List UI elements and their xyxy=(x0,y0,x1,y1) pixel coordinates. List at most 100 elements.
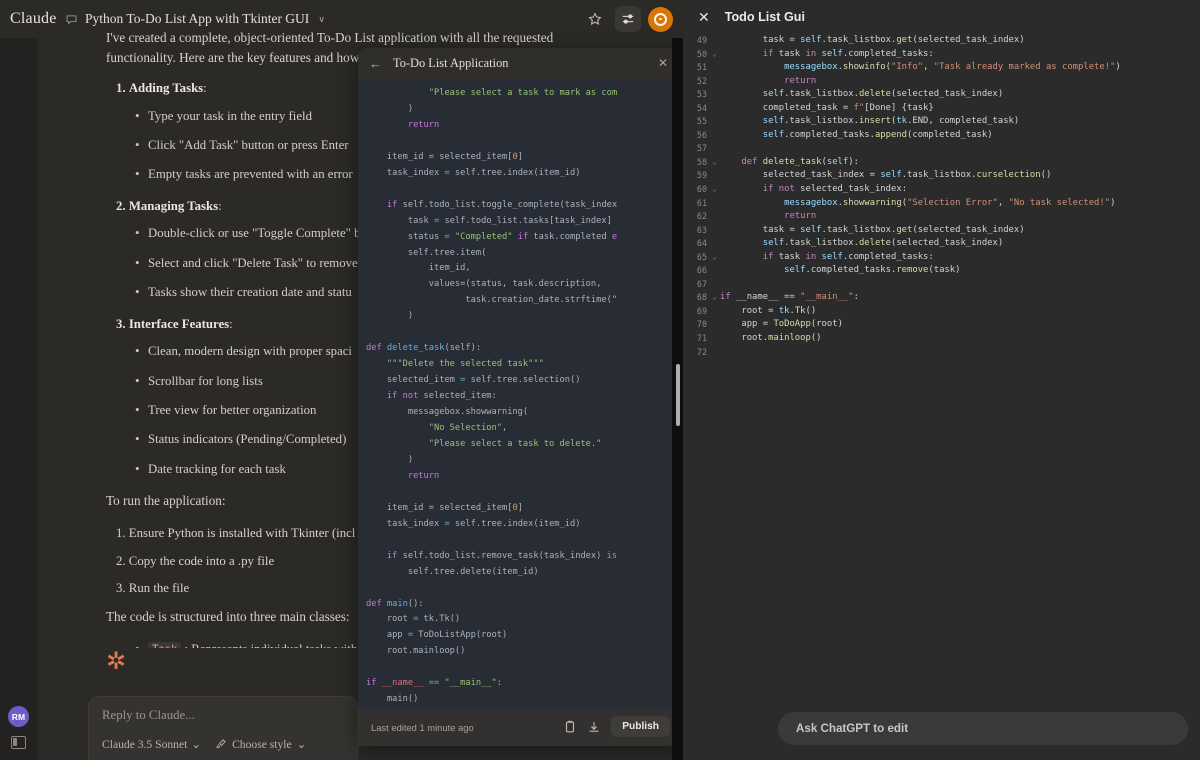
section-number: 2. xyxy=(116,199,126,213)
fold-chevron-icon[interactable]: ⌄ xyxy=(709,48,720,62)
section-number: 1. xyxy=(116,81,126,95)
line-number: 52 xyxy=(683,75,709,89)
line-number: 60 xyxy=(683,183,709,197)
artifact-code-view[interactable]: "Please select a task to mark as com ) r… xyxy=(358,79,680,709)
artifact-code: "Please select a task to mark as com ) r… xyxy=(358,79,680,708)
code-line[interactable]: 66 self.completed_tasks.remove(task) xyxy=(683,264,1200,278)
code-text: def delete_task(self): xyxy=(720,156,859,170)
chatgpt-window: ✕ Todo List Gui 49 task = self.task_list… xyxy=(683,0,1200,760)
artifact-title: To-Do List Application xyxy=(393,56,508,71)
code-text: self.completed_tasks.append(completed_ta… xyxy=(720,129,993,143)
settings-button[interactable] xyxy=(615,6,641,32)
account-avatar[interactable] xyxy=(648,7,673,32)
line-number: 66 xyxy=(683,264,709,278)
code-line[interactable]: 55 self.task_listbox.insert(tk.END, comp… xyxy=(683,115,1200,129)
sliders-icon xyxy=(621,12,635,26)
artifact-scrollbar-thumb[interactable] xyxy=(676,364,680,426)
code-text: selected_task_index = self.task_listbox.… xyxy=(720,169,1051,183)
claude-window: RM Claude Python To-Do List App with Tki… xyxy=(0,0,683,760)
code-line[interactable]: 72 xyxy=(683,346,1200,360)
artifact-header: ← To-Do List Application ✕ xyxy=(358,48,680,79)
line-number: 55 xyxy=(683,115,709,129)
code-text: task = self.task_listbox.get(selected_ta… xyxy=(720,34,1025,48)
line-number: 56 xyxy=(683,129,709,143)
chatgpt-code-editor[interactable]: 49 task = self.task_listbox.get(selected… xyxy=(683,34,1200,700)
code-line[interactable]: 62 return xyxy=(683,210,1200,224)
code-text: self.task_listbox.delete(selected_task_i… xyxy=(720,237,1003,251)
code-line[interactable]: 52 return xyxy=(683,75,1200,89)
fold-chevron-icon[interactable]: ⌄ xyxy=(709,251,720,265)
artifact-footer-actions: Publish xyxy=(563,716,670,737)
code-line[interactable]: 61 messagebox.showwarning("Selection Err… xyxy=(683,197,1200,211)
code-line[interactable]: 50⌄ if task in self.completed_tasks: xyxy=(683,48,1200,62)
code-line[interactable]: 63 task = self.task_listbox.get(selected… xyxy=(683,224,1200,238)
code-line[interactable]: 58⌄ def delete_task(self): xyxy=(683,156,1200,170)
code-text: root.mainloop() xyxy=(720,332,822,346)
chevron-down-icon: ∨ xyxy=(318,14,325,25)
code-line[interactable]: 51 messagebox.showinfo("Info", "Task alr… xyxy=(683,61,1200,75)
code-line[interactable]: 57 xyxy=(683,142,1200,156)
artifact-footer: Last edited 1 minute ago Publish xyxy=(358,709,680,746)
download-icon[interactable] xyxy=(587,720,601,734)
code-text: task = self.task_listbox.get(selected_ta… xyxy=(720,224,1025,238)
line-number: 50 xyxy=(683,48,709,62)
code-text: completed_task = f"[Done] {task} xyxy=(720,102,934,116)
line-number: 61 xyxy=(683,197,709,211)
code-line[interactable]: 68⌄if __name__ == "__main__": xyxy=(683,291,1200,305)
style-selector[interactable]: Choose style ⌄ xyxy=(215,737,306,751)
line-number: 49 xyxy=(683,34,709,48)
claude-wordmark: Claude xyxy=(10,10,57,28)
account-avatar-icon xyxy=(654,13,667,26)
toggle-sidebar-icon[interactable] xyxy=(11,736,26,749)
chevron-down-icon: ⌄ xyxy=(297,737,307,751)
code-line[interactable]: 56 self.completed_tasks.append(completed… xyxy=(683,129,1200,143)
line-number: 54 xyxy=(683,102,709,116)
model-label: Claude 3.5 Sonnet xyxy=(102,738,187,751)
code-text: root = tk.Tk() xyxy=(720,305,816,319)
code-text: if __name__ == "__main__": xyxy=(720,291,859,305)
inline-code: Task xyxy=(148,642,181,648)
user-avatar[interactable]: RM xyxy=(8,706,29,727)
code-line[interactable]: 53 self.task_listbox.delete(selected_tas… xyxy=(683,88,1200,102)
line-number: 59 xyxy=(683,169,709,183)
message-composer[interactable]: Reply to Claude... Claude 3.5 Sonnet ⌄ C… xyxy=(88,696,358,760)
section-number: 3. xyxy=(116,317,126,331)
close-icon[interactable]: ✕ xyxy=(698,10,710,24)
line-number: 53 xyxy=(683,88,709,102)
canvas-title: Todo List Gui xyxy=(725,10,805,24)
ask-chatgpt-input[interactable]: Ask ChatGPT to edit xyxy=(778,712,1188,745)
line-number: 62 xyxy=(683,210,709,224)
code-text: if not selected_task_index: xyxy=(720,183,907,197)
line-number: 51 xyxy=(683,61,709,75)
code-line[interactable]: 49 task = self.task_listbox.get(selected… xyxy=(683,34,1200,48)
code-line[interactable]: 67 xyxy=(683,278,1200,292)
composer-placeholder[interactable]: Reply to Claude... xyxy=(102,708,195,723)
code-line[interactable]: 59 selected_task_index = self.task_listb… xyxy=(683,169,1200,183)
chevron-down-icon: ⌄ xyxy=(191,737,201,751)
code-line[interactable]: 70 app = ToDoApp(root) xyxy=(683,318,1200,332)
class-desc: : Represents individual tasks with thei xyxy=(185,642,380,648)
fold-chevron-icon[interactable]: ⌄ xyxy=(709,183,720,197)
close-icon[interactable]: ✕ xyxy=(658,57,668,69)
line-number: 65 xyxy=(683,251,709,265)
claude-sparkle-icon: ✲ xyxy=(104,650,128,674)
section-label: Adding Tasks xyxy=(129,81,203,95)
code-line[interactable]: 71 root.mainloop() xyxy=(683,332,1200,346)
publish-button[interactable]: Publish xyxy=(611,716,670,737)
model-selector[interactable]: Claude 3.5 Sonnet ⌄ xyxy=(102,737,201,751)
line-number: 67 xyxy=(683,278,709,292)
fold-chevron-icon[interactable]: ⌄ xyxy=(709,156,720,170)
code-text: messagebox.showinfo("Info", "Task alread… xyxy=(720,61,1121,75)
code-line[interactable]: 64 self.task_listbox.delete(selected_tas… xyxy=(683,237,1200,251)
code-line[interactable]: 65⌄ if task in self.completed_tasks: xyxy=(683,251,1200,265)
code-line[interactable]: 54 completed_task = f"[Done] {task} xyxy=(683,102,1200,116)
code-text: if task in self.completed_tasks: xyxy=(720,48,934,62)
code-text: return xyxy=(720,210,816,224)
line-number: 70 xyxy=(683,318,709,332)
back-arrow-icon[interactable]: ← xyxy=(369,57,382,70)
chat-title-group[interactable]: Python To-Do List App with Tkinter GUI ∨ xyxy=(65,11,325,27)
copy-icon[interactable] xyxy=(563,720,577,734)
code-line[interactable]: 69 root = tk.Tk() xyxy=(683,305,1200,319)
fold-chevron-icon[interactable]: ⌄ xyxy=(709,291,720,305)
code-line[interactable]: 60⌄ if not selected_task_index: xyxy=(683,183,1200,197)
